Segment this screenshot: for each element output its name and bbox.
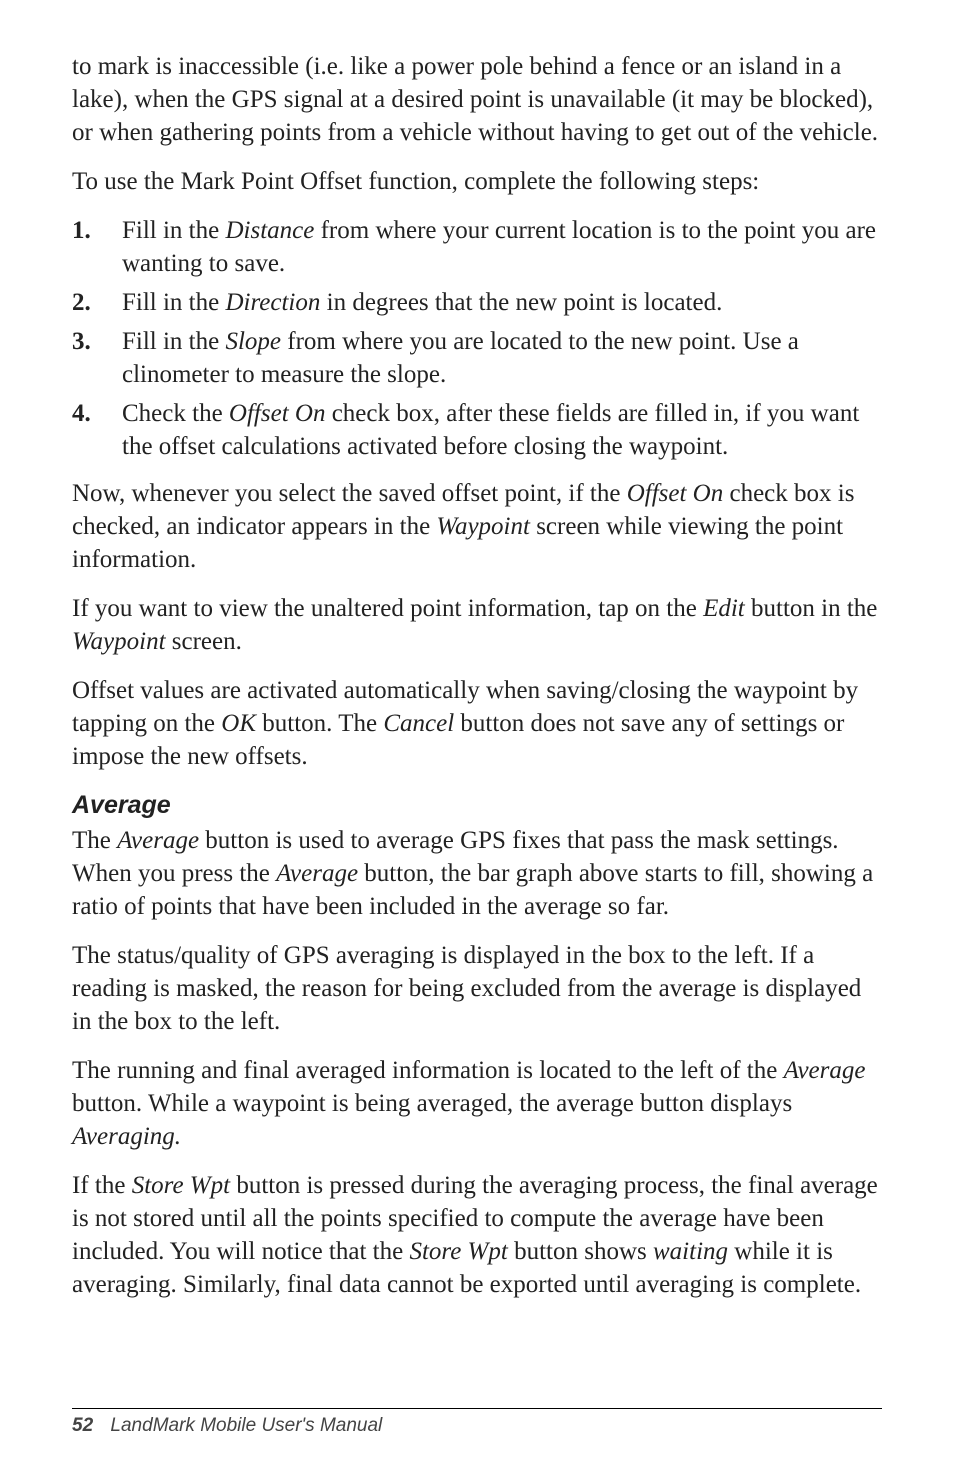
- paragraph: If the Store Wpt button is pressed durin…: [72, 1169, 882, 1301]
- steps-list: 1. Fill in the Distance from where your …: [72, 214, 882, 463]
- step-item: 1. Fill in the Distance from where your …: [72, 214, 882, 280]
- paragraph: If you want to view the unaltered point …: [72, 592, 882, 658]
- paragraph: To use the Mark Point Offset function, c…: [72, 165, 882, 198]
- step-body: Check the Offset On check box, after the…: [122, 397, 882, 463]
- page-number: 52: [72, 1415, 93, 1436]
- paragraph: to mark is inaccessible (i.e. like a pow…: [72, 50, 882, 149]
- step-number: 2.: [72, 286, 122, 319]
- paragraph: The running and final averaged informati…: [72, 1054, 882, 1153]
- subheading-average: Average: [72, 789, 882, 822]
- step-number: 3.: [72, 325, 122, 391]
- step-body: Fill in the Slope from where you are loc…: [122, 325, 882, 391]
- paragraph: The status/quality of GPS averaging is d…: [72, 939, 882, 1038]
- step-item: 2. Fill in the Direction in degrees that…: [72, 286, 882, 319]
- step-number: 1.: [72, 214, 122, 280]
- step-body: Fill in the Direction in degrees that th…: [122, 286, 882, 319]
- paragraph: Offset values are activated automaticall…: [72, 674, 882, 773]
- step-number: 4.: [72, 397, 122, 463]
- step-item: 3. Fill in the Slope from where you are …: [72, 325, 882, 391]
- footer-title: LandMark Mobile User's Manual: [110, 1415, 382, 1436]
- paragraph: Now, whenever you select the saved offse…: [72, 477, 882, 576]
- page-footer: 52 LandMark Mobile User's Manual: [72, 1408, 882, 1437]
- step-body: Fill in the Distance from where your cur…: [122, 214, 882, 280]
- page-content: to mark is inaccessible (i.e. like a pow…: [72, 50, 882, 1301]
- paragraph: The Average button is used to average GP…: [72, 824, 882, 923]
- step-item: 4. Check the Offset On check box, after …: [72, 397, 882, 463]
